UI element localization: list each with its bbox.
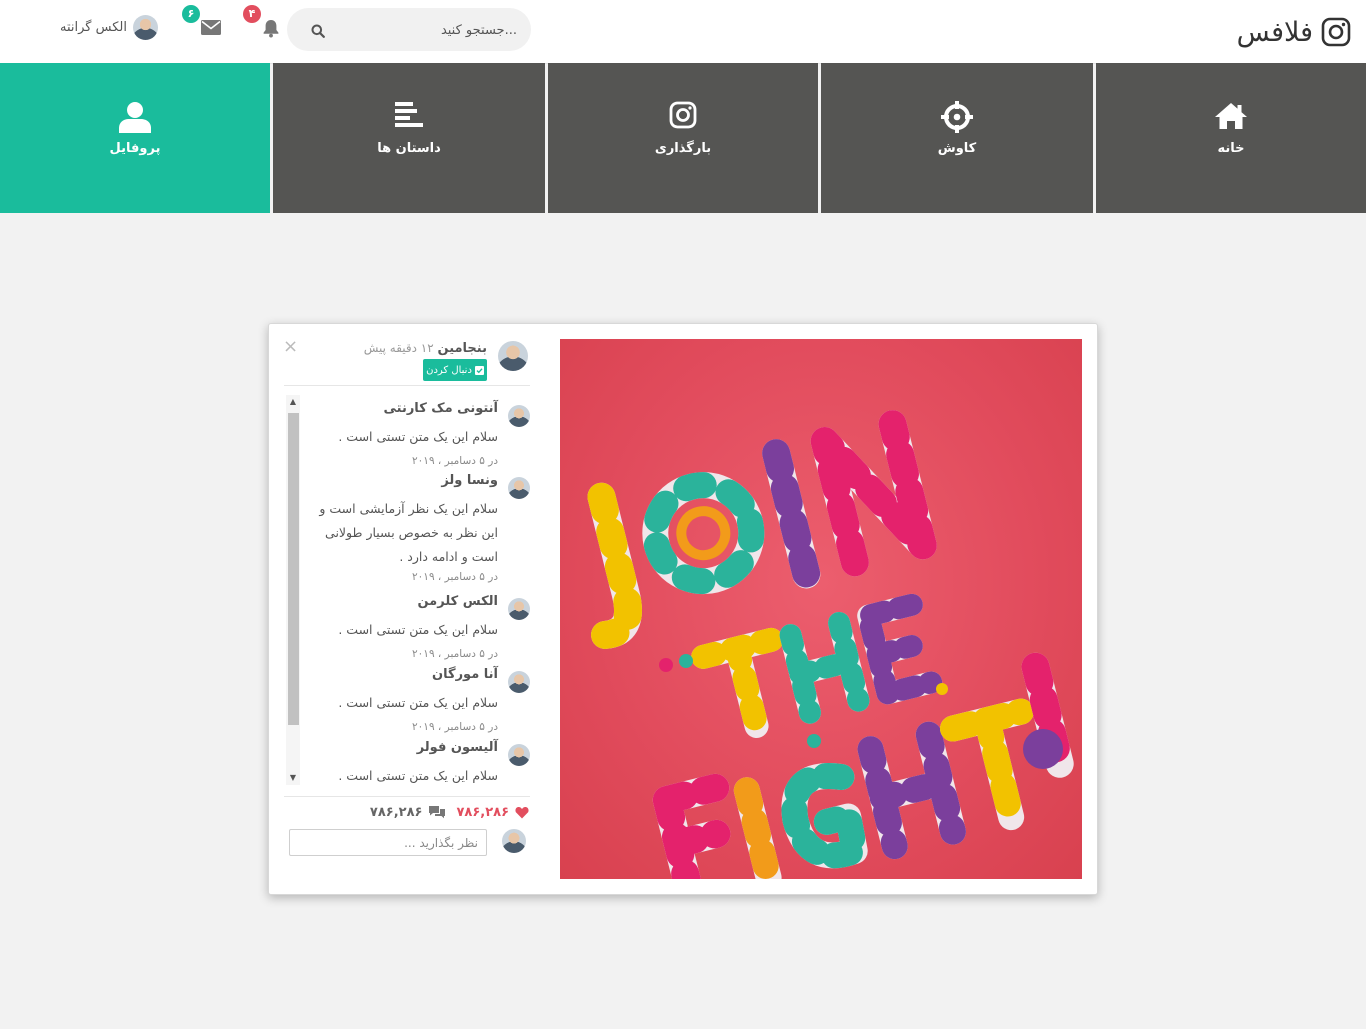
envelope-icon <box>201 20 221 35</box>
user-icon <box>119 102 151 133</box>
instagram-logo-icon <box>1321 17 1351 47</box>
crosshair-icon <box>941 101 973 133</box>
comment-text: سلام این یک متن تستی است . <box>338 622 498 637</box>
comment-item: الکس کلرمن سلام این یک متن تستی است . در… <box>298 594 530 664</box>
comments-button[interactable]: ۷۸۶,۲۸۶ <box>370 805 447 820</box>
main-nav: خانه کاوش بارگذاری داستان ها پروفایل <box>0 63 1366 213</box>
poster-artwork <box>587 410 1074 879</box>
search-input[interactable] <box>337 20 517 40</box>
comment-author[interactable]: الکس کلرمن <box>417 594 498 609</box>
nav-label-explore: کاوش <box>937 141 977 156</box>
user-name: الکس گرانته <box>60 19 127 35</box>
nav-tile-upload[interactable]: بارگذاری <box>548 63 818 213</box>
comment-text: سلام این یک نظر آزمایشی است و این نظر به… <box>319 501 498 564</box>
comment-text: سلام این یک متن تستی است . <box>338 695 498 710</box>
likes-count: ۷۸۶,۲۸۶ <box>456 804 509 820</box>
follow-label: دنبال کردن <box>426 364 472 376</box>
comment-author[interactable]: آنا مورگان <box>432 667 498 682</box>
comments-list[interactable]: ▲ ▼ آنتونی مک کارنتی سلام این یک متن تست… <box>284 395 530 785</box>
top-bar: فلافس ۴ ۶ الکس گرانته <box>0 0 1366 64</box>
comment-author[interactable]: آلیسون فولر <box>417 740 498 755</box>
logo-text: فلافس <box>1236 16 1313 48</box>
current-user-avatar <box>502 829 526 853</box>
comment-input[interactable] <box>289 829 487 856</box>
comment-item: آنا مورگان سلام این یک متن تستی است . در… <box>298 667 530 737</box>
comment-avatar[interactable] <box>508 477 530 499</box>
instagram-icon <box>669 101 697 129</box>
comment-date: در ۵ دسامبر ، ۲۰۱۹ <box>412 721 498 733</box>
post-modal: × بنجامین ۱۲ دقیقه پیش دنبال کردن ▲ ▼ آن… <box>268 323 1098 895</box>
messages-button[interactable]: ۶ <box>182 0 229 50</box>
follow-button[interactable]: دنبال کردن <box>423 359 487 381</box>
comments-icon <box>429 806 446 819</box>
post-author-name[interactable]: بنجامین <box>438 341 488 356</box>
logo[interactable]: فلافس <box>1237 14 1351 50</box>
messages-badge: ۶ <box>182 5 200 23</box>
author-avatar[interactable] <box>498 341 528 371</box>
comment-avatar[interactable] <box>508 598 530 620</box>
likes-button[interactable]: ۷۸۶,۲۸۶ <box>456 805 529 820</box>
comment-text: سلام این یک متن تستی است . <box>338 768 498 783</box>
comment-item: آنتونی مک کارنتی سلام این یک متن تستی اس… <box>298 401 530 471</box>
post-stats: ۷۸۶,۲۸۶ ۷۸۶,۲۸۶ <box>349 802 529 822</box>
comment-item: آلیسون فولر سلام این یک متن تستی است . <box>298 740 530 785</box>
divider <box>284 796 530 797</box>
nav-label-stories: داستان ها <box>377 141 441 156</box>
post-image[interactable] <box>560 339 1082 879</box>
home-icon <box>1215 103 1247 129</box>
user-menu[interactable]: الکس گرانته <box>60 14 158 40</box>
search-box <box>287 8 531 51</box>
comment-date: در ۵ دسامبر ، ۲۰۱۹ <box>412 648 498 660</box>
search-icon[interactable] <box>311 24 325 38</box>
nav-tile-profile[interactable]: پروفایل <box>0 63 270 213</box>
bell-icon <box>263 20 279 38</box>
comments-count: ۷۸۶,۲۸۶ <box>369 804 423 820</box>
comment-text: سلام این یک متن تستی است . <box>338 429 498 444</box>
comment-avatar[interactable] <box>508 671 530 693</box>
align-left-icon <box>395 102 423 127</box>
nav-label-profile: پروفایل <box>109 141 161 156</box>
comment-item: ونسا ولز سلام این یک نظر آزمایشی است و ا… <box>298 473 530 591</box>
comment-author[interactable]: ونسا ولز <box>441 473 498 488</box>
nav-tile-stories[interactable]: داستان ها <box>273 63 545 213</box>
nav-tile-explore[interactable]: کاوش <box>821 63 1093 213</box>
comment-avatar[interactable] <box>508 405 530 427</box>
nav-label-home: خانه <box>1217 141 1245 156</box>
user-avatar <box>132 14 158 40</box>
check-square-icon <box>474 365 484 375</box>
comment-date: در ۵ دسامبر ، ۲۰۱۹ <box>412 455 498 467</box>
post-author-line: بنجامین ۱۲ دقیقه پیش <box>289 341 487 356</box>
comment-avatar[interactable] <box>508 744 530 766</box>
post-time: ۱۲ دقیقه پیش <box>363 341 434 355</box>
comment-author[interactable]: آنتونی مک کارنتی <box>383 401 498 416</box>
nav-label-upload: بارگذاری <box>654 141 712 156</box>
comment-date: در ۵ دسامبر ، ۲۰۱۹ <box>412 571 498 583</box>
nav-tile-home[interactable]: خانه <box>1096 63 1366 213</box>
notifications-badge: ۴ <box>243 5 261 23</box>
heart-icon <box>515 806 529 818</box>
notifications-button[interactable]: ۴ <box>243 0 288 50</box>
divider <box>284 385 530 386</box>
